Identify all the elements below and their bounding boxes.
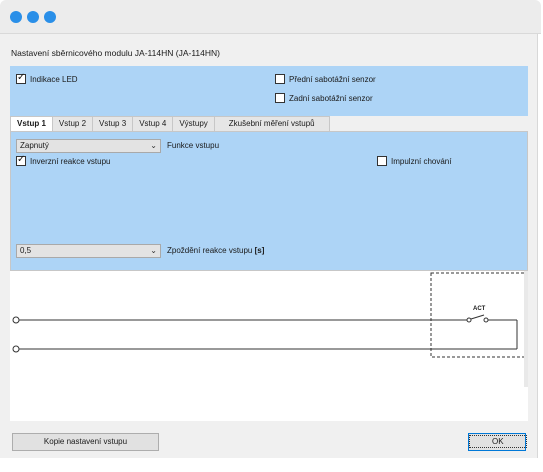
module-settings-panel: Indikace LED Přední sabotážní senzor Zad…: [10, 66, 528, 116]
tab-zkusebni-mereni[interactable]: Zkušební měření vstupů: [213, 116, 330, 131]
zpozdeni-label-text: Zpoždění reakce vstupu: [167, 246, 253, 255]
inverzni-reakce-checkbox[interactable]: Inverzní reakce vstupu: [16, 154, 111, 166]
dialog-window: Nastavení sběrnicového modulu JA-114HN (…: [0, 34, 538, 458]
window-control-dot-1[interactable]: [10, 11, 22, 23]
zpozdeni-select[interactable]: 0,5 ⌄: [16, 244, 161, 258]
tab-vstup-3[interactable]: Vstup 3: [92, 116, 134, 131]
upper-wire: [12, 316, 467, 324]
checkbox-box[interactable]: [377, 156, 387, 166]
select-value: Zapnutý: [20, 141, 49, 150]
impulzni-chovani-checkbox[interactable]: Impulzní chování: [377, 156, 451, 166]
indikace-led-checkbox[interactable]: Indikace LED: [16, 72, 78, 84]
checkbox-box[interactable]: [275, 93, 285, 103]
window-title: Nastavení sběrnicového modulu JA-114HN (…: [11, 48, 220, 58]
ok-button[interactable]: OK: [468, 433, 527, 451]
chevron-down-icon: ⌄: [150, 141, 157, 150]
window-control-dot-3[interactable]: [44, 11, 56, 23]
checkbox-box[interactable]: [16, 154, 26, 166]
tab-vystupy[interactable]: Výstupy: [172, 116, 215, 131]
checkbox-box[interactable]: [275, 74, 285, 84]
tab-vstup-4[interactable]: Vstup 4: [132, 116, 174, 131]
checkbox-label: Indikace LED: [30, 74, 78, 84]
act-contact-icon: [466, 314, 518, 349]
checkbox-label: Zadní sabotážní senzor: [289, 93, 373, 103]
mac-title-bar: [0, 0, 541, 34]
lower-wire: [12, 345, 517, 353]
zpozdeni-label: Zpoždění reakce vstupu [s]: [167, 246, 264, 255]
tab-vstup-1[interactable]: Vstup 1: [10, 116, 53, 132]
predni-sabotazni-checkbox[interactable]: Přední sabotážní senzor: [275, 74, 376, 84]
tab-vstup-2[interactable]: Vstup 2: [51, 116, 94, 131]
funkce-vstupu-label: Funkce vstupu: [167, 141, 220, 150]
zpozdeni-unit: [s]: [254, 246, 265, 255]
input-tabs: Vstup 1 Vstup 2 Vstup 3 Vstup 4 Výstupy …: [10, 116, 330, 132]
act-label: ACT: [473, 306, 486, 312]
checkbox-label: Impulzní chování: [391, 156, 452, 166]
input-settings-panel: Zapnutý ⌄ Funkce vstupu Inverzní reakce …: [10, 131, 528, 271]
window-control-dot-2[interactable]: [27, 11, 39, 23]
wiring-diagram: ACT: [10, 271, 528, 421]
zadni-sabotazni-checkbox[interactable]: Zadní sabotážní senzor: [275, 93, 373, 103]
copy-input-settings-button[interactable]: Kopie nastavení vstupu: [12, 433, 159, 451]
chevron-down-icon: ⌄: [150, 246, 157, 255]
dashed-module-box: [430, 272, 527, 358]
ok-button-label: OK: [469, 435, 527, 448]
select-value: 0,5: [20, 246, 32, 255]
checkbox-box[interactable]: [16, 72, 26, 84]
diagram-scrollbar[interactable]: [524, 271, 528, 387]
funkce-vstupu-select[interactable]: Zapnutý ⌄: [16, 139, 161, 153]
wiring-diagram-svg: ACT: [12, 272, 527, 358]
checkbox-label: Inverzní reakce vstupu: [30, 156, 111, 166]
checkbox-label: Přední sabotážní senzor: [289, 74, 376, 84]
